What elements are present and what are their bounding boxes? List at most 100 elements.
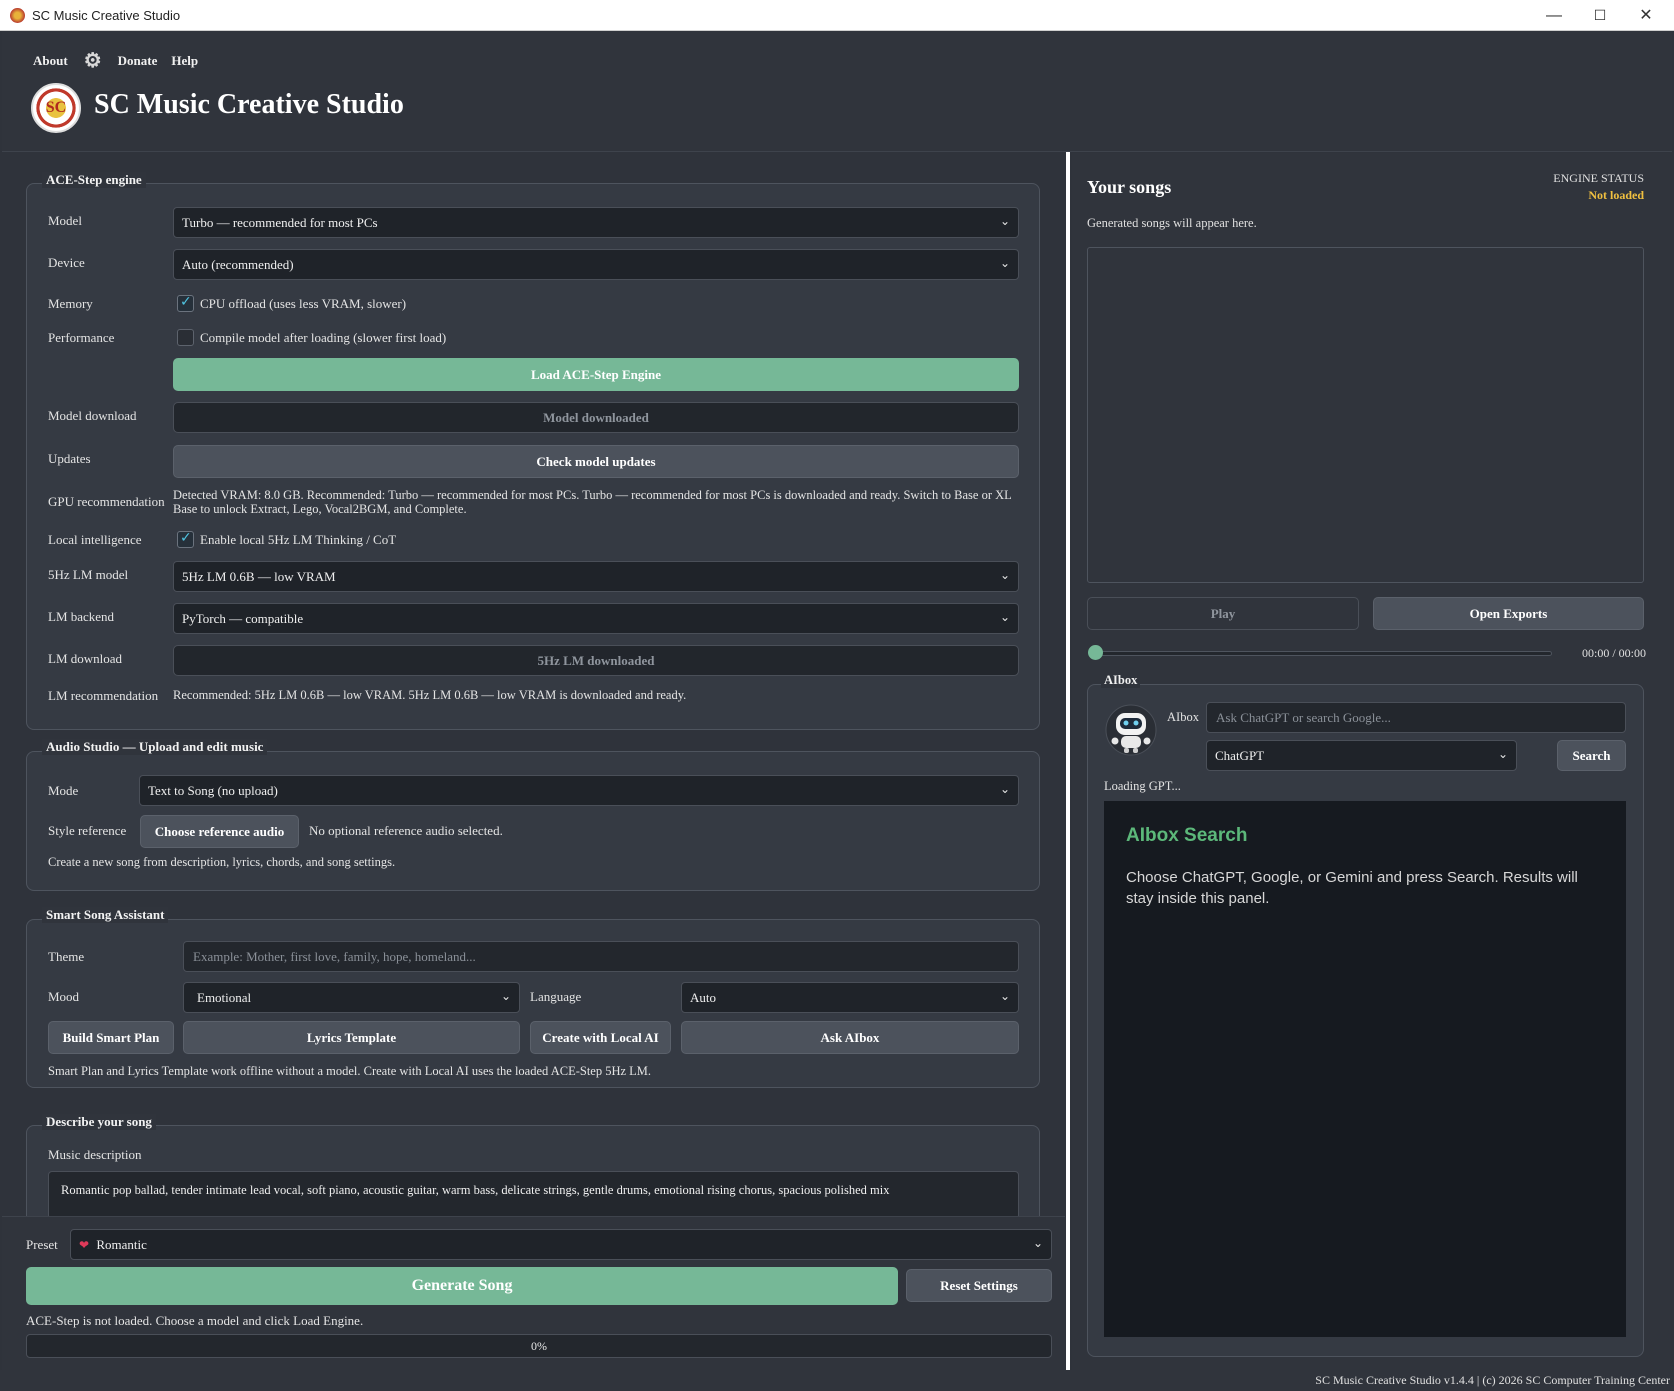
lm-model-label: 5Hz LM model xyxy=(48,567,129,582)
minimize-button[interactable]: — xyxy=(1531,0,1577,31)
aibox-results-text: Choose ChatGPT, Google, or Gemini and pr… xyxy=(1126,869,1578,907)
model-download-label: Model download xyxy=(48,408,137,423)
chevron-down-icon: ⌄ xyxy=(999,214,1010,228)
close-button[interactable]: ✕ xyxy=(1623,0,1669,31)
gear-icon[interactable]: ⚙ xyxy=(84,51,102,71)
theme-input[interactable]: Example: Mother, first love, family, hop… xyxy=(183,941,1019,972)
mode-select[interactable]: Text to Song (no upload) ⌄ xyxy=(139,775,1019,806)
choose-reference-audio-button[interactable]: Choose reference audio xyxy=(140,815,299,848)
songs-subtitle: Generated songs will appear here. xyxy=(1087,216,1257,230)
model-downloaded-button[interactable]: Model downloaded xyxy=(173,402,1019,433)
chevron-down-icon: ⌄ xyxy=(999,256,1010,270)
aibox-search-input[interactable]: Ask ChatGPT or search Google... xyxy=(1206,702,1626,733)
gpu-recommendation-label: GPU recommendation xyxy=(48,494,165,509)
check-updates-button[interactable]: Check model updates xyxy=(173,445,1019,478)
logo-text: SC xyxy=(45,99,67,116)
engine-status-label: ENGINE STATUS xyxy=(1553,171,1644,185)
lm-download-label: LM download xyxy=(48,651,123,666)
cpu-offload-label: CPU offload (uses less VRAM, slower) xyxy=(200,296,407,311)
aibox-label: AIbox xyxy=(1167,710,1199,724)
compile-model-label: Compile model after loading (slower firs… xyxy=(200,330,447,345)
chevron-down-icon: ⌄ xyxy=(999,568,1010,582)
reset-settings-button[interactable]: Reset Settings xyxy=(906,1269,1052,1302)
music-description-input[interactable]: Romantic pop ballad, tender intimate lea… xyxy=(48,1171,1019,1216)
robot-icon xyxy=(1105,703,1157,757)
build-smart-plan-button[interactable]: Build Smart Plan xyxy=(48,1021,174,1054)
your-songs-title: Your songs xyxy=(1087,177,1172,197)
memory-label: Memory xyxy=(48,296,93,311)
lm-backend-select[interactable]: PyTorch — compatible ⌄ xyxy=(173,603,1019,634)
chevron-down-icon: ⌄ xyxy=(1497,747,1508,761)
aibox-search-button[interactable]: Search xyxy=(1557,740,1626,771)
updates-label: Updates xyxy=(48,451,91,466)
mood-select[interactable]: Emotional ⌄ xyxy=(183,982,520,1013)
preset-select[interactable]: ❤ Romantic ⌄ xyxy=(70,1229,1052,1260)
device-select[interactable]: Auto (recommended) ⌄ xyxy=(173,249,1019,280)
lm-model-select[interactable]: 5Hz LM 0.6B — low VRAM ⌄ xyxy=(173,561,1019,592)
mode-select-value: Text to Song (no upload) xyxy=(148,783,278,798)
audio-studio-hint: Create a new song from description, lyri… xyxy=(48,855,396,869)
assistant-hint: Smart Plan and Lyrics Template work offl… xyxy=(48,1064,652,1078)
heart-icon: ❤ xyxy=(79,1238,90,1252)
language-select[interactable]: Auto ⌄ xyxy=(681,982,1019,1013)
play-button[interactable]: Play xyxy=(1087,597,1359,630)
lm-recommendation-text: Recommended: 5Hz LM 0.6B — low VRAM. 5Hz… xyxy=(173,688,687,702)
language-select-value: Auto xyxy=(690,990,716,1005)
open-exports-button[interactable]: Open Exports xyxy=(1373,597,1644,630)
chevron-down-icon: ⌄ xyxy=(999,989,1010,1003)
chevron-down-icon: ⌄ xyxy=(999,610,1010,624)
maximize-button[interactable]: ☐ xyxy=(1577,0,1623,31)
create-with-local-ai-button[interactable]: Create with Local AI xyxy=(530,1021,671,1054)
right-panel: Your songs ENGINE STATUS Not loaded Gene… xyxy=(1072,153,1670,1370)
panel-divider[interactable] xyxy=(1066,152,1070,1370)
generate-song-button[interactable]: Generate Song xyxy=(26,1267,898,1305)
compile-model-checkbox[interactable] xyxy=(177,329,194,346)
playback-slider-handle[interactable] xyxy=(1088,645,1103,660)
generate-bar: Preset ❤ Romantic ⌄ Generate Song Reset … xyxy=(2,1216,1065,1376)
chevron-down-icon: ⌄ xyxy=(999,782,1010,796)
progress-text: 0% xyxy=(531,1339,547,1353)
left-panel[interactable]: ACE-Step engine Model Turbo — recommende… xyxy=(2,153,1065,1216)
preset-select-value: Romantic xyxy=(96,1237,147,1252)
reference-audio-status: No optional reference audio selected. xyxy=(309,823,503,838)
engine-group-title: ACE-Step engine xyxy=(42,172,146,188)
local-lm-checkbox[interactable] xyxy=(177,530,194,548)
music-description-label: Music description xyxy=(48,1147,142,1162)
performance-label: Performance xyxy=(48,330,115,345)
model-label: Model xyxy=(48,213,82,228)
generation-progress-bar: 0% xyxy=(26,1334,1052,1358)
donate-link[interactable]: Donate xyxy=(118,53,158,69)
device-select-value: Auto (recommended) xyxy=(182,257,294,272)
lm-model-select-value: 5Hz LM 0.6B — low VRAM xyxy=(182,569,336,584)
local-intelligence-label: Local intelligence xyxy=(48,532,142,547)
mode-label: Mode xyxy=(48,783,79,798)
smart-assistant-title: Smart Song Assistant xyxy=(42,907,169,923)
mood-label: Mood xyxy=(48,989,80,1004)
app-title: SC Music Creative Studio xyxy=(94,89,404,120)
model-select[interactable]: Turbo — recommended for most PCs ⌄ xyxy=(173,207,1019,238)
about-link[interactable]: About xyxy=(33,53,68,69)
lm-recommendation-label: LM recommendation xyxy=(48,688,159,703)
chevron-down-icon: ⌄ xyxy=(1032,1236,1043,1250)
ask-aibox-button[interactable]: Ask AIbox xyxy=(681,1021,1019,1054)
aibox-results-panel[interactable]: AIbox Search Choose ChatGPT, Google, or … xyxy=(1104,801,1626,1337)
help-link[interactable]: Help xyxy=(171,53,198,69)
status-bar: SC Music Creative Studio v1.4.4 | (c) 20… xyxy=(0,1370,1674,1391)
aibox-provider-value: ChatGPT xyxy=(1215,748,1265,763)
aibox-group-title: AIbox xyxy=(1101,673,1141,688)
lm-backend-label: LM backend xyxy=(48,609,115,624)
device-label: Device xyxy=(48,255,85,270)
preset-label: Preset xyxy=(26,1237,58,1252)
playback-slider[interactable] xyxy=(1095,651,1552,656)
aibox-results-title: AIbox Search xyxy=(1126,825,1248,846)
lyrics-template-button[interactable]: Lyrics Template xyxy=(183,1021,520,1054)
mood-select-value: Emotional xyxy=(197,990,252,1005)
songs-list[interactable] xyxy=(1087,247,1644,583)
aibox-provider-select[interactable]: ChatGPT ⌄ xyxy=(1206,740,1517,771)
cpu-offload-checkbox[interactable] xyxy=(177,294,194,312)
engine-status-value: Not loaded xyxy=(1588,188,1644,202)
describe-title: Describe your song xyxy=(42,1114,156,1130)
load-engine-button[interactable]: Load ACE-Step Engine xyxy=(173,358,1019,391)
lm-downloaded-button[interactable]: 5Hz LM downloaded xyxy=(173,645,1019,676)
local-lm-label: Enable local 5Hz LM Thinking / CoT xyxy=(200,532,397,547)
